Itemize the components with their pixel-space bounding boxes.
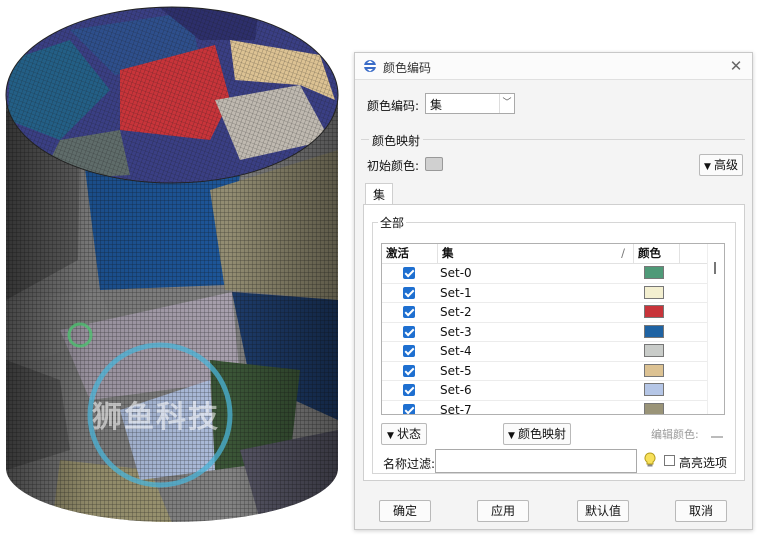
- column-color[interactable]: 颜色: [634, 244, 680, 263]
- active-checkbox[interactable]: [403, 364, 415, 377]
- active-checkbox[interactable]: [403, 267, 415, 279]
- highlight-label: 高亮选项: [679, 456, 728, 470]
- sets-tab-panel: 激活 集 / 颜色 Set-0 Set-1 Set-2 Set-3 Set-4 Set-5…: [363, 204, 745, 481]
- highlight-checkbox[interactable]: [664, 455, 675, 466]
- set-name: Set-2: [440, 305, 472, 319]
- color-swatch[interactable]: [644, 305, 664, 318]
- ok-button[interactable]: 确定: [379, 500, 431, 522]
- active-checkbox[interactable]: [403, 325, 415, 338]
- name-filter-input[interactable]: [435, 449, 637, 473]
- set-name: Set-1: [440, 285, 472, 300]
- table-row[interactable]: Set-2: [382, 303, 708, 323]
- close-icon[interactable]: ✕: [726, 56, 746, 76]
- color-swatch[interactable]: [644, 266, 664, 279]
- dialog-titlebar[interactable]: 颜色编码 ✕: [355, 53, 752, 80]
- triangle-down-icon: ▼: [508, 431, 515, 441]
- set-name: Set-4: [440, 344, 472, 358]
- cylinder-mesh-render: [5, 6, 339, 522]
- edit-color-label: 编辑颜色:: [651, 428, 699, 441]
- color-swatch[interactable]: [644, 344, 664, 357]
- color-code-icon: [364, 60, 376, 72]
- sets-table: 激活 集 / 颜色 Set-0 Set-1 Set-2 Set-3 Set-4 Set-5…: [381, 243, 725, 415]
- status-button[interactable]: ▼ 状态: [381, 423, 427, 445]
- name-filter-label: 名称过滤:: [383, 457, 436, 471]
- set-name: Set-7: [440, 402, 472, 415]
- all-group-label: 全部: [378, 214, 407, 231]
- table-row[interactable]: Set-3: [382, 323, 708, 342]
- mesh-viewport[interactable]: 狮鱼科技: [0, 0, 352, 542]
- column-set[interactable]: 集 /: [438, 244, 634, 263]
- table-row[interactable]: Set-4: [382, 342, 708, 362]
- column-set-label: 集: [442, 246, 454, 260]
- color-code-label: 颜色编码:: [367, 99, 420, 113]
- tab-sets[interactable]: 集: [365, 183, 393, 205]
- color-map-label: 颜色映射: [517, 427, 566, 441]
- table-row[interactable]: Set-1: [382, 284, 708, 303]
- scrollbar-thumb[interactable]: [714, 262, 716, 274]
- dialog-title: 颜色编码: [383, 61, 432, 75]
- table-row[interactable]: Set-0: [382, 264, 708, 284]
- defaults-button[interactable]: 默认值: [577, 500, 629, 522]
- advanced-label: 高级: [713, 158, 738, 172]
- color-swatch[interactable]: [644, 285, 664, 299]
- color-swatch[interactable]: [644, 324, 664, 338]
- set-name: Set-5: [440, 363, 472, 378]
- apply-button[interactable]: 应用: [477, 500, 529, 522]
- active-checkbox[interactable]: [403, 306, 415, 318]
- status-label: 状态: [396, 427, 421, 441]
- tab-sets-label: 集: [372, 188, 385, 202]
- color-swatch[interactable]: [644, 363, 664, 377]
- all-group: 激活 集 / 颜色 Set-0 Set-1 Set-2 Set-3 Set-4 Set-5…: [372, 222, 736, 474]
- color-swatch[interactable]: [644, 383, 664, 396]
- sort-icon: /: [621, 246, 625, 260]
- color-code-select[interactable]: 集 ﹀: [425, 93, 515, 114]
- edit-color-swatch: [711, 428, 723, 438]
- color-map-button[interactable]: ▼ 颜色映射: [503, 423, 571, 445]
- table-header: 激活 集 / 颜色: [382, 244, 708, 264]
- set-name: Set-6: [440, 383, 472, 397]
- vertical-scrollbar[interactable]: [707, 244, 724, 414]
- color-code-value: 集: [430, 98, 443, 112]
- triangle-down-icon: ▼: [387, 431, 394, 441]
- initial-color-label: 初始颜色:: [367, 159, 420, 173]
- table-row[interactable]: Set-5: [382, 362, 708, 381]
- initial-color-swatch[interactable]: [425, 157, 443, 171]
- table-row[interactable]: Set-7: [382, 401, 708, 415]
- set-name: Set-0: [440, 266, 472, 280]
- color-code-dialog: 颜色编码 ✕ 颜色编码: 集 ﹀ 颜色映射 初始颜色: ▼ 高级 集 激活 集 /…: [354, 52, 753, 530]
- advanced-button[interactable]: ▼ 高级: [699, 154, 743, 176]
- set-name: Set-3: [440, 324, 472, 339]
- color-swatch[interactable]: [644, 402, 664, 414]
- active-checkbox[interactable]: [403, 384, 415, 396]
- active-checkbox[interactable]: [403, 403, 415, 414]
- triangle-down-icon: ▼: [704, 162, 711, 172]
- color-map-group-label: 颜色映射: [369, 132, 424, 149]
- chevron-down-icon: ﹀: [499, 94, 514, 113]
- watermark-text: 狮鱼科技: [92, 400, 220, 435]
- column-active[interactable]: 激活: [382, 244, 438, 263]
- active-checkbox[interactable]: [403, 345, 415, 357]
- cancel-button[interactable]: 取消: [675, 500, 727, 522]
- lightbulb-icon[interactable]: [643, 452, 657, 468]
- table-row[interactable]: Set-6: [382, 381, 708, 401]
- active-checkbox[interactable]: [403, 286, 415, 299]
